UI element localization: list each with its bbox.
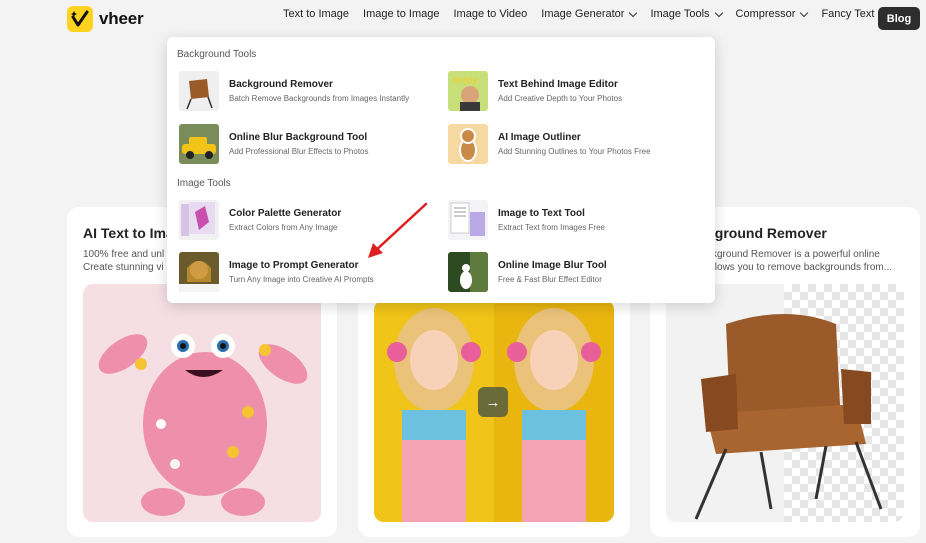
leather-chair-image	[666, 284, 904, 522]
chevron-down-icon	[714, 8, 723, 17]
palette-thumbnail-icon	[179, 200, 219, 240]
menu-item-desc: Batch Remove Backgrounds from Images Ins…	[229, 94, 410, 103]
menu-item-image-blur[interactable]: Online Image Blur Tool Free & Fast Blur …	[448, 251, 713, 293]
brand-name: vheer	[99, 9, 144, 28]
menu-item-desc: Free & Fast Blur Effect Editor	[498, 275, 602, 284]
red-annotation-arrow-icon	[368, 202, 428, 258]
menu-item-desc: Turn Any Image into Creative AI Prompts	[229, 275, 374, 284]
menu-item-blur-background[interactable]: Online Blur Background Tool Add Professi…	[179, 123, 444, 165]
pink-monster-image	[83, 284, 321, 522]
nav-label: Fancy Text	[821, 8, 875, 20]
menu-item-title: Text Behind Image Editor	[498, 79, 618, 90]
blog-button[interactable]: Blog	[878, 7, 920, 30]
nav-compressor[interactable]: Compressor	[735, 8, 809, 20]
nav-label: Image to Video	[453, 8, 528, 20]
menu-item-title: AI Image Outliner	[498, 132, 581, 143]
portrait-text-thumbnail-icon: enjoy	[448, 71, 488, 111]
menu-item-title: Online Blur Background Tool	[229, 132, 368, 143]
menu-item-title: Color Palette Generator	[229, 208, 342, 219]
nav-label: Image Generator	[541, 8, 625, 20]
top-nav: vheer Text to Image Image to Image Image…	[0, 0, 926, 36]
menu-item-title: Image to Prompt Generator	[229, 260, 359, 271]
blur-thumbnail-icon	[448, 252, 488, 292]
vheer-logo-icon	[67, 6, 93, 32]
menu-item-desc: Add Professional Blur Effects to Photos	[229, 147, 369, 156]
chevron-down-icon	[629, 8, 638, 17]
menu-item-desc: Extract Text from Images Free	[498, 223, 605, 232]
nav-label: Image Tools	[650, 8, 710, 20]
menu-item-image-to-text[interactable]: Image to Text Tool Extract Text from Ima…	[448, 199, 713, 241]
nav-image-to-video[interactable]: Image to Video	[453, 8, 527, 20]
menu-item-text-behind-image[interactable]: enjoy Text Behind Image Editor Add Creat…	[448, 70, 713, 112]
menu-item-desc: Add Stunning Outlines to Your Photos Fre…	[498, 147, 651, 156]
yellow-car-thumbnail-icon	[179, 124, 219, 164]
brand-logo[interactable]: vheer	[67, 6, 144, 32]
menu-item-title: Online Image Blur Tool	[498, 260, 607, 271]
svg-text:enjoy: enjoy	[452, 75, 479, 86]
menu-item-title: Image to Text Tool	[498, 208, 585, 219]
nav-fancy-text[interactable]: Fancy Text	[821, 8, 888, 20]
image-tools-heading: Image Tools	[177, 178, 231, 189]
nav-image-to-image[interactable]: Image to Image	[363, 8, 439, 20]
nav-image-tools[interactable]: Image Tools	[650, 8, 723, 20]
portrait-prompt-thumbnail-icon	[179, 252, 219, 292]
card-title: AI Text to Ima	[83, 225, 174, 241]
nav-image-generator[interactable]: Image Generator	[541, 8, 638, 20]
card-desc-line1: 100% free and unl	[83, 249, 165, 260]
nav-label: Image to Image	[363, 8, 440, 20]
image-tools-dropdown: Background Tools Background Remover Batc…	[167, 37, 715, 303]
cat-outline-thumbnail-icon	[448, 124, 488, 164]
menu-item-image-outliner[interactable]: AI Image Outliner Add Stunning Outlines …	[448, 123, 713, 165]
nav-label: Compressor	[735, 8, 796, 20]
background-tools-heading: Background Tools	[177, 49, 257, 60]
chevron-down-icon	[800, 8, 809, 17]
menu-item-desc: Extract Colors from Any Image	[229, 223, 338, 232]
arrow-right-icon[interactable]: →	[478, 387, 508, 417]
nav-label: Text to Image	[283, 8, 350, 20]
menu-item-background-remover[interactable]: Background Remover Batch Remove Backgrou…	[179, 70, 444, 112]
chair-thumbnail-icon	[179, 71, 219, 111]
nav-text-to-image[interactable]: Text to Image	[283, 8, 349, 20]
nav-links: Text to Image Image to Image Image to Vi…	[283, 8, 900, 20]
menu-item-title: Background Remover	[229, 79, 333, 90]
document-thumbnail-icon	[448, 200, 488, 240]
card-desc-line2: allows you to remove backgrounds from...	[707, 262, 893, 273]
card-desc-line1: ckground Remover is a powerful online	[707, 249, 880, 260]
card-title: kground Remover	[707, 225, 827, 241]
card-desc-line2: Create stunning vi	[83, 262, 164, 273]
menu-item-desc: Add Creative Depth to Your Photos	[498, 94, 623, 103]
